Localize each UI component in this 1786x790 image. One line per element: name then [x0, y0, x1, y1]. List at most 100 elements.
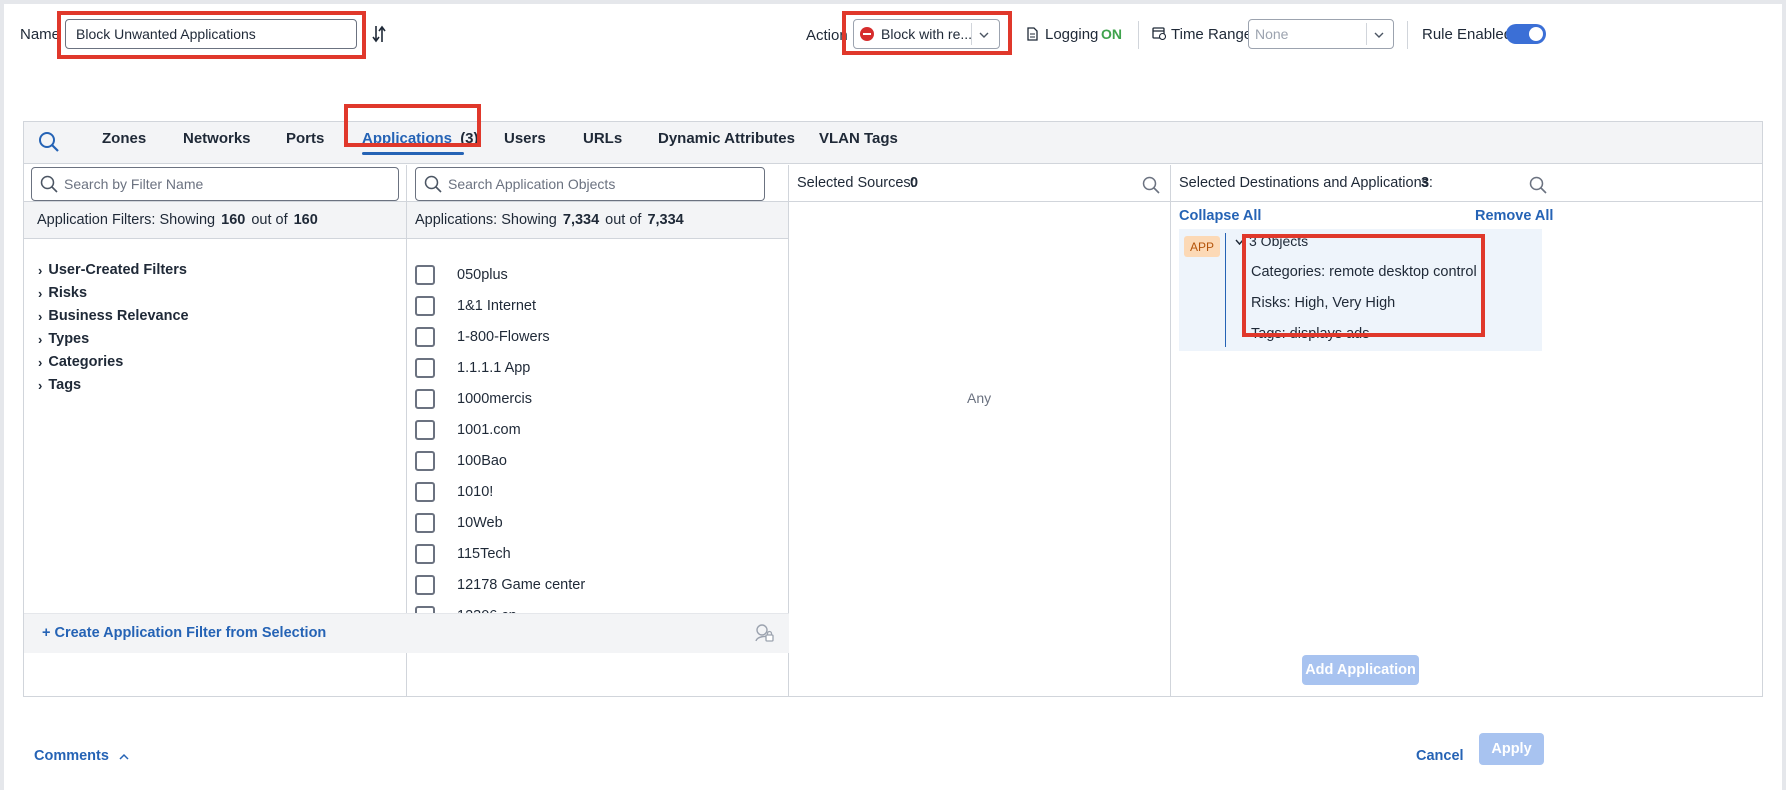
- apps-showing-mid: out of: [605, 212, 642, 228]
- condition-tabs: Zones Networks Ports Applications (3) Us…: [24, 122, 1762, 164]
- document-icon: [1027, 27, 1038, 45]
- apply-button[interactable]: Apply: [1479, 733, 1544, 765]
- checkbox[interactable]: [415, 420, 435, 440]
- application-name: 1001.com: [457, 422, 521, 438]
- tab-dynamic-attributes[interactable]: Dynamic Attributes: [658, 130, 795, 147]
- filters-showing-mid: out of: [251, 212, 288, 228]
- application-row[interactable]: 1.1.1.1 App: [415, 358, 530, 378]
- checkbox[interactable]: [415, 296, 435, 316]
- filter-business-relevance[interactable]: › Business Relevance: [38, 308, 189, 324]
- application-row[interactable]: 1010!: [415, 482, 493, 502]
- filter-label: Risks: [48, 285, 88, 301]
- selected-destinations-column: Selected Destinations and Applications: …: [1171, 165, 1762, 696]
- filter-categories[interactable]: › Categories: [38, 354, 123, 370]
- tab-zones[interactable]: Zones: [102, 130, 146, 147]
- application-name: 050plus: [457, 267, 508, 283]
- application-name: 1.1.1.1 App: [457, 360, 531, 376]
- chevron-right-icon: ›: [38, 354, 43, 370]
- rule-enabled-label: Rule Enabled: [1422, 26, 1513, 43]
- checkbox[interactable]: [415, 358, 435, 378]
- checkbox[interactable]: [415, 482, 435, 502]
- application-row[interactable]: 10Web: [415, 513, 503, 533]
- application-row[interactable]: 115Tech: [415, 544, 511, 564]
- checkbox[interactable]: [415, 575, 435, 595]
- filters-footer: + Create Application Filter from Selecti…: [24, 613, 789, 653]
- application-row[interactable]: 1-800-Flowers: [415, 327, 550, 347]
- create-filter-link[interactable]: + Create Application Filter from Selecti…: [42, 625, 326, 641]
- search-icon[interactable]: [1529, 176, 1547, 198]
- filter-tags[interactable]: › Tags: [38, 377, 81, 393]
- checkbox[interactable]: [415, 327, 435, 347]
- tab-vlan-tags[interactable]: VLAN Tags: [819, 130, 898, 147]
- filter-label: Types: [48, 331, 90, 347]
- checkbox[interactable]: [415, 389, 435, 409]
- application-name: 1-800-Flowers: [457, 329, 550, 345]
- application-name: 1&1 Internet: [457, 298, 536, 314]
- rule-enabled-toggle[interactable]: [1506, 24, 1546, 44]
- apps-showing-count: 7,334: [562, 212, 600, 228]
- tab-users[interactable]: Users: [504, 130, 546, 147]
- comments-toggle[interactable]: Comments: [34, 748, 129, 764]
- swap-icon[interactable]: [372, 24, 386, 48]
- search-icon[interactable]: [1142, 176, 1160, 198]
- filter-types[interactable]: › Types: [38, 331, 89, 347]
- sources-count: 0: [910, 175, 919, 191]
- chevron-right-icon: ›: [38, 285, 43, 301]
- application-row[interactable]: 1000mercis: [415, 389, 532, 409]
- cancel-button[interactable]: Cancel: [1416, 748, 1464, 764]
- filter-label: Business Relevance: [48, 308, 189, 324]
- highlight-action: [842, 11, 1012, 55]
- application-search-placeholder: Search Application Objects: [448, 176, 616, 192]
- application-row[interactable]: 12178 Game center: [415, 575, 585, 595]
- checkbox[interactable]: [415, 265, 435, 285]
- logging-status[interactable]: ON: [1101, 26, 1122, 42]
- chevron-right-icon: ›: [38, 331, 43, 347]
- collapse-all-link[interactable]: Collapse All: [1179, 208, 1261, 224]
- filter-search-placeholder: Search by Filter Name: [64, 176, 204, 192]
- rule-editor-dialog: Name Block Unwanted Applications Action …: [4, 4, 1782, 790]
- filters-count-bar: Application Filters: Showing 160 out of …: [24, 201, 406, 239]
- application-name: 10Web: [457, 515, 503, 531]
- application-row[interactable]: 050plus: [415, 265, 508, 285]
- highlight-selected-objects: [1242, 234, 1485, 337]
- highlight-name: [57, 11, 366, 59]
- sources-any-text: Any: [967, 390, 992, 406]
- checkbox[interactable]: [415, 513, 435, 533]
- logging-label: Logging: [1045, 26, 1099, 43]
- remove-all-link[interactable]: Remove All: [1475, 208, 1553, 224]
- tab-ports[interactable]: Ports: [286, 130, 324, 147]
- add-application-button[interactable]: Add Application: [1302, 655, 1419, 685]
- filter-label: Tags: [48, 377, 82, 393]
- application-name: 1010!: [457, 484, 494, 500]
- time-range-select[interactable]: None: [1248, 19, 1394, 49]
- tab-networks[interactable]: Networks: [183, 130, 251, 147]
- apps-showing-total: 7,334: [647, 212, 684, 228]
- apps-showing-prefix: Applications: Showing: [415, 212, 557, 228]
- checkbox[interactable]: [415, 451, 435, 471]
- chevron-down-icon: [1374, 26, 1384, 42]
- filters-showing-prefix: Application Filters: Showing: [37, 212, 216, 228]
- filter-user-created[interactable]: › User-Created Filters: [38, 262, 187, 278]
- user-lock-icon[interactable]: [754, 623, 774, 647]
- filters-showing-total: 160: [293, 212, 318, 228]
- filter-label: User-Created Filters: [48, 262, 187, 278]
- chevron-right-icon: ›: [38, 262, 43, 278]
- tab-urls[interactable]: URLs: [583, 130, 622, 147]
- application-row[interactable]: 100Bao: [415, 451, 507, 471]
- applications-count-bar: Applications: Showing 7,334 out of 7,334: [407, 201, 788, 239]
- checkbox[interactable]: [415, 544, 435, 564]
- search-icon: [424, 175, 442, 196]
- search-icon[interactable]: [38, 131, 60, 157]
- application-row[interactable]: 1&1 Internet: [415, 296, 536, 316]
- app-badge: APP: [1184, 236, 1220, 257]
- destinations-count: 3: [1421, 175, 1430, 191]
- filter-search-input[interactable]: Search by Filter Name: [31, 167, 399, 201]
- filter-risks[interactable]: › Risks: [38, 285, 87, 301]
- search-icon: [40, 175, 58, 196]
- chevron-right-icon: ›: [38, 308, 43, 324]
- application-row[interactable]: 1001.com: [415, 420, 521, 440]
- time-range-label: Time Range: [1171, 26, 1253, 43]
- selected-sources-column: Selected Sources: 0 Any: [789, 165, 1171, 696]
- application-search-input[interactable]: Search Application Objects: [415, 167, 765, 201]
- name-label: Name: [20, 26, 61, 43]
